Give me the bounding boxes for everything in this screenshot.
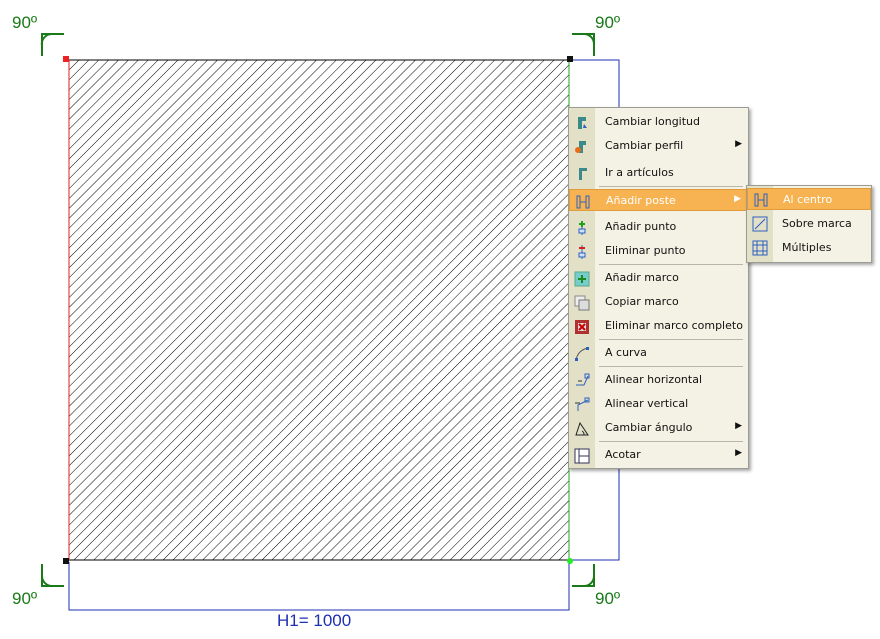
dimension-icon	[574, 448, 590, 464]
menu-item-a-curva[interactable]: A curva	[569, 342, 748, 364]
angle-symbol-top-left	[40, 32, 64, 56]
menu-item-copiar-marco[interactable]: Copiar marco	[569, 291, 748, 313]
dimension-line	[68, 562, 570, 611]
submenu-arrow-icon: ▶	[735, 139, 742, 149]
corner-marker-bottom-left[interactable]	[63, 558, 69, 564]
align-vertical-icon	[575, 397, 590, 411]
submenu-item-multiples[interactable]: Múltiples	[747, 237, 871, 259]
align-horizontal-icon	[576, 373, 590, 386]
menu-item-eliminar-punto[interactable]: Eliminar punto	[569, 240, 748, 262]
menu-item-cambiar-longitud[interactable]: Cambiar longitud	[569, 111, 748, 133]
dimension-label: H1= 1000	[277, 611, 352, 630]
angle-symbol-top-right	[572, 33, 595, 56]
add-post-icon	[576, 195, 590, 209]
menu-item-label: Cambiar longitud	[605, 115, 700, 128]
menu-item-label: Cambiar perfil	[605, 139, 684, 152]
menu-item-anadir-punto[interactable]: Añadir punto	[569, 216, 748, 238]
menu-item-acotar[interactable]: Acotar ▶	[569, 444, 748, 466]
change-profile-icon	[575, 141, 586, 153]
post-multiple-icon	[752, 240, 768, 256]
menu-separator	[599, 441, 743, 442]
copy-frame-icon	[574, 295, 590, 311]
menu-separator	[599, 366, 743, 367]
angle-label-top-left: 90º	[12, 13, 38, 32]
submenu-item-sobre-marca[interactable]: Sobre marca	[747, 213, 871, 235]
go-to-articles-icon	[579, 168, 587, 180]
hatched-panel[interactable]	[68, 59, 570, 561]
submenu-item-label: Múltiples	[782, 241, 832, 254]
post-center-icon	[754, 193, 768, 207]
menu-item-cambiar-perfil[interactable]: Cambiar perfil ▶	[569, 135, 748, 157]
menu-item-label: A curva	[605, 346, 647, 359]
submenu-arrow-icon: ▶	[735, 448, 742, 458]
menu-item-label: Eliminar marco completo	[605, 319, 743, 332]
menu-separator	[599, 186, 743, 187]
corner-marker-bottom-right[interactable]	[567, 558, 573, 564]
change-length-icon	[578, 117, 587, 129]
menu-separator	[599, 264, 743, 265]
menu-item-eliminar-marco-completo[interactable]: Eliminar marco completo	[569, 315, 748, 337]
menu-item-ir-a-articulos[interactable]: Ir a artículos	[569, 162, 748, 184]
menu-item-label: Acotar	[605, 448, 641, 461]
remove-point-icon	[578, 245, 586, 259]
submenu-anadir-poste: Al centro Sobre marca Múltiples	[746, 185, 872, 263]
menu-item-alinear-vertical[interactable]: Alinear vertical	[569, 393, 748, 415]
menu-item-anadir-marco[interactable]: Añadir marco	[569, 267, 748, 289]
menu-item-label: Añadir marco	[605, 271, 679, 284]
add-frame-icon	[574, 271, 590, 287]
angle-label-bottom-right: 90º	[595, 589, 621, 608]
delete-frame-icon	[575, 320, 589, 334]
add-point-icon	[578, 221, 586, 235]
angle-symbol-bottom-right	[572, 564, 595, 587]
menu-item-label: Añadir poste	[606, 194, 676, 207]
curve-icon	[575, 347, 589, 361]
menu-item-label: Ir a artículos	[605, 166, 674, 179]
menu-item-label: Añadir punto	[605, 220, 677, 233]
angle-label-top-right: 90º	[595, 13, 621, 32]
submenu-item-label: Al centro	[783, 193, 833, 206]
menu-item-label: Alinear vertical	[605, 397, 689, 410]
menu-separator	[599, 339, 743, 340]
post-on-mark-icon	[752, 216, 768, 232]
context-menu: Cambiar longitud Cambiar perfil ▶ Ir a a…	[568, 107, 749, 469]
angle-label-bottom-left: 90º	[12, 589, 38, 608]
angle-symbol-bottom-left	[41, 564, 64, 587]
menu-item-anadir-poste[interactable]: Añadir poste ▶	[569, 189, 748, 211]
submenu-item-al-centro[interactable]: Al centro	[747, 188, 871, 210]
menu-item-label: Copiar marco	[605, 295, 679, 308]
submenu-item-label: Sobre marca	[782, 217, 852, 230]
menu-item-label: Alinear horizontal	[605, 373, 703, 386]
submenu-arrow-icon: ▶	[734, 194, 741, 204]
menu-item-label: Cambiar ángulo	[605, 421, 693, 434]
change-angle-icon	[575, 421, 589, 436]
submenu-arrow-icon: ▶	[735, 421, 742, 431]
menu-item-cambiar-angulo[interactable]: Cambiar ángulo ▶	[569, 417, 748, 439]
menu-item-label: Eliminar punto	[605, 244, 686, 257]
corner-marker-top-right[interactable]	[567, 56, 573, 62]
corner-marker-top-left[interactable]	[63, 56, 69, 62]
menu-item-alinear-horizontal[interactable]: Alinear horizontal	[569, 369, 748, 391]
